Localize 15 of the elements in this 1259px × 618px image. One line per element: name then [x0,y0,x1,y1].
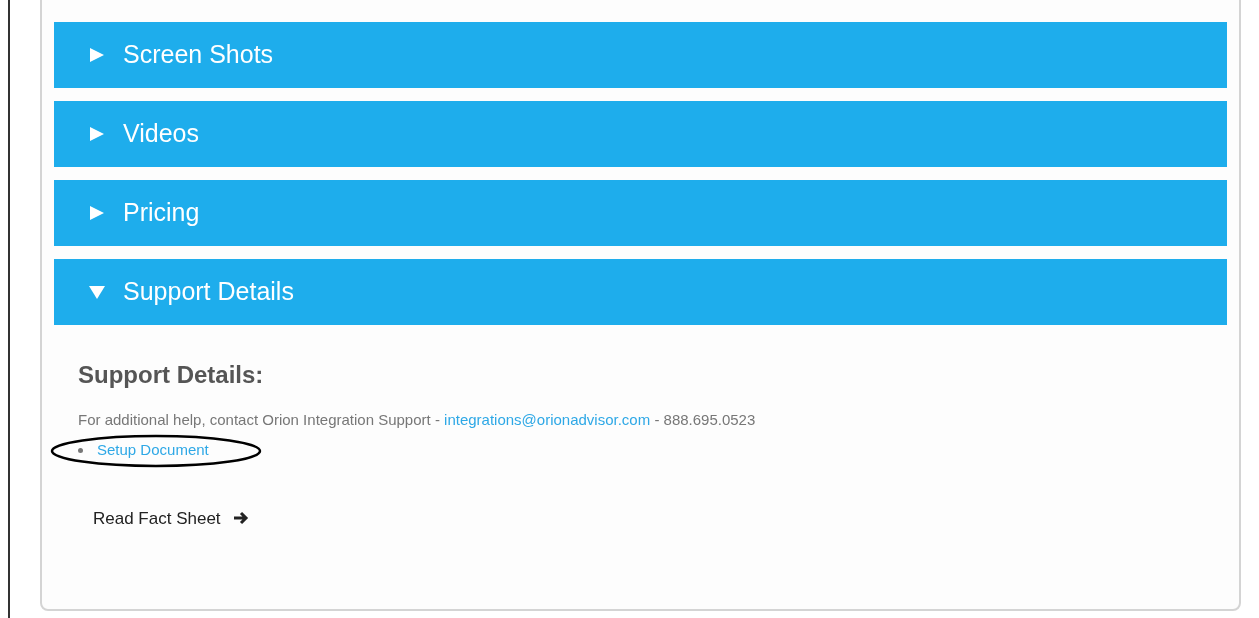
arrow-right-icon [232,511,249,526]
document-link[interactable]: Setup Document [97,439,209,462]
accordion-header[interactable]: Videos [54,101,1227,167]
email-link[interactable]: integrations@orionadvisor.com [444,411,651,428]
accordion-header[interactable]: Screen Shots [54,22,1227,88]
bullet-icon [78,448,83,453]
caret-right-icon [89,47,105,63]
caret-right-icon [89,205,105,221]
accordion-header[interactable]: Support Details [54,259,1227,325]
section-heading: Support Details: [78,360,264,390]
fact-sheet-link[interactable]: Read Fact Sheet [93,505,249,531]
caret-right-icon [89,126,105,142]
accordion-header[interactable]: Pricing [54,180,1227,246]
support-text: For additional help, contact Orion Integration Support - integrations@orionadvisor.com - 888.695.0523 [78,410,756,430]
caret-down-icon [89,284,105,300]
